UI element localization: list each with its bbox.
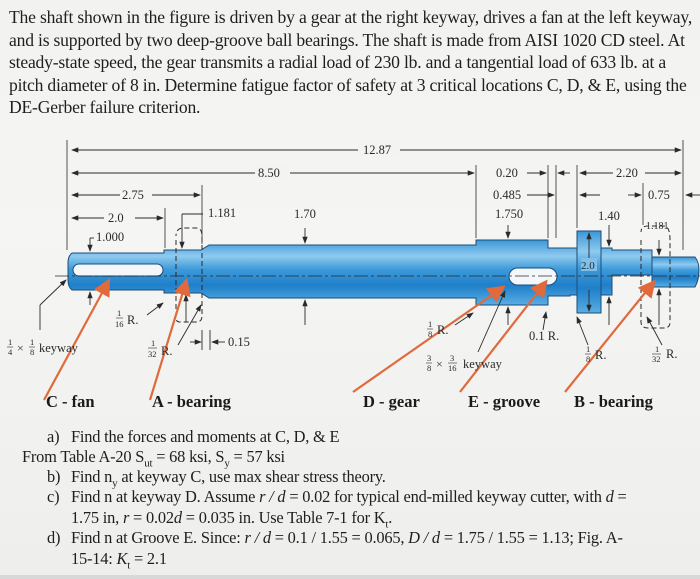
svg-text:3: 3	[450, 353, 454, 363]
svg-text:keyway: keyway	[463, 357, 503, 371]
right-end-step	[651, 256, 700, 288]
svg-text:1: 1	[8, 337, 12, 347]
svg-text:16: 16	[115, 319, 124, 329]
svg-text:×: ×	[436, 357, 443, 371]
left-keyway-label: 1 4 × 1 8 keyway	[7, 337, 79, 357]
svg-text:1: 1	[586, 344, 590, 354]
svg-text:keyway: keyway	[39, 341, 79, 355]
bottom-edge	[0, 575, 700, 579]
location-label-b: B - bearing	[574, 392, 653, 411]
location-label-a: A - bearing	[152, 392, 231, 411]
left-keyway-slot	[72, 263, 164, 277]
problem-statement: The shaft shown in the figure is driven …	[9, 7, 693, 117]
dim-2-75: 2.75	[122, 188, 144, 202]
svg-text:1: 1	[428, 319, 432, 329]
location-label-c: C - fan	[46, 392, 95, 411]
svg-text:R.: R.	[127, 313, 138, 327]
dia-1-40: 1.40	[598, 209, 620, 223]
dim-overall: 12.87	[363, 143, 391, 157]
dim-0-20: 0.20	[496, 166, 518, 180]
collar-dia-2-0: 2.0	[581, 260, 595, 272]
dia-1-181-left: 1.181	[208, 206, 236, 220]
dia-1-70: 1.70	[294, 207, 316, 221]
dim-0-75: 0.75	[648, 188, 670, 202]
dim-8-50: 8.50	[258, 166, 280, 180]
svg-text:×: ×	[17, 341, 24, 355]
dim-2-20: 2.20	[616, 166, 638, 180]
svg-text:1: 1	[655, 344, 659, 354]
fillet-1-8-r-right: 1 8 R.	[585, 344, 606, 364]
svg-text:R.: R.	[437, 323, 448, 337]
dia-1-750: 1.750	[495, 207, 523, 221]
svg-text:R.: R.	[161, 344, 172, 358]
dim-2-0: 2.0	[108, 211, 124, 225]
location-arrows	[43, 277, 656, 401]
dia-1-000: 1.000	[96, 230, 124, 244]
dim-0-485: 0.485	[493, 188, 521, 202]
right-keyway-label: 3 8 × 3 16 keyway	[426, 353, 503, 373]
svg-text:8: 8	[586, 354, 590, 364]
question-a: a) Find the forces and moments at C, D, &…	[47, 427, 340, 446]
dia-1-181-right: 1.181	[646, 221, 669, 232]
shaft-figure: 12.87 8.50 2.75 2.0 1.000 1.181 1.70 0.2…	[7, 140, 700, 401]
question-d: d) Find n at Groove E. Since: r / d = 0.1…	[47, 528, 623, 571]
location-label-d: D - gear	[363, 392, 420, 411]
svg-text:1: 1	[151, 338, 155, 348]
svg-text:4: 4	[8, 347, 13, 357]
fillet-1-16-r: 1 16 R.	[115, 308, 138, 329]
svg-text:8: 8	[30, 347, 34, 357]
svg-text:16: 16	[448, 363, 457, 373]
fillet-1-8-r-left: 1 8 R.	[427, 319, 448, 339]
svg-text:8: 8	[428, 329, 432, 339]
svg-text:32: 32	[652, 354, 661, 364]
svg-text:1: 1	[117, 308, 121, 318]
svg-text:3: 3	[427, 353, 431, 363]
svg-text:32: 32	[148, 349, 157, 359]
right-keyway-slot	[508, 267, 558, 286]
fillet-0-1-r: 0.1 R.	[529, 329, 559, 343]
svg-text:1: 1	[30, 337, 34, 347]
arrow-d	[352, 285, 506, 393]
dim-0-15: 0.15	[228, 335, 250, 349]
svg-text:8: 8	[427, 363, 431, 373]
location-label-e: E - groove	[468, 392, 541, 411]
fillet-1-32-r-right: 1 32 R.	[652, 344, 677, 364]
svg-text:R.: R.	[666, 347, 677, 361]
svg-text:R.: R.	[595, 348, 606, 362]
